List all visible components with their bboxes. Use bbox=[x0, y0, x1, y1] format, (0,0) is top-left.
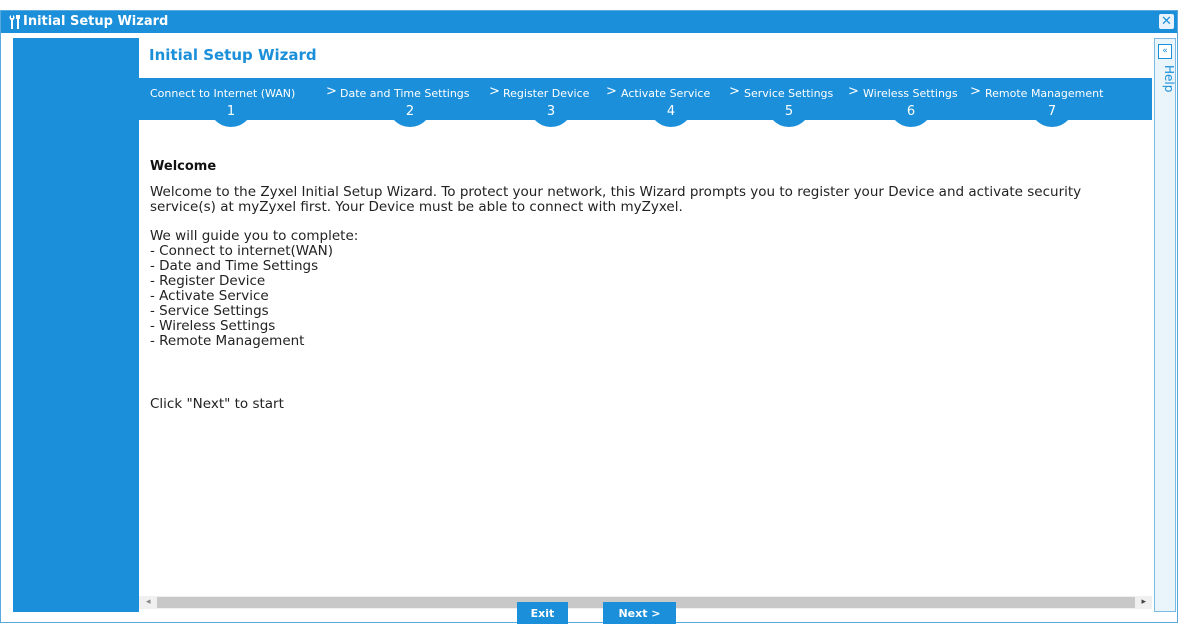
step-3-label: Register Device bbox=[503, 87, 590, 100]
step-5-number: 5 bbox=[767, 103, 811, 127]
help-tab[interactable]: Help bbox=[1156, 65, 1176, 92]
window-title: Initial Setup Wizard bbox=[23, 14, 169, 29]
tools-icon bbox=[8, 14, 22, 30]
guide-list: - Connect to internet(WAN) - Date and Ti… bbox=[150, 244, 333, 349]
step-separator: > bbox=[970, 84, 981, 99]
next-button[interactable]: Next > bbox=[603, 602, 676, 624]
step-5-label: Service Settings bbox=[744, 87, 834, 100]
welcome-paragraph: Welcome to the Zyxel Initial Setup Wizar… bbox=[150, 184, 1082, 215]
step-6-label: Wireless Settings bbox=[863, 87, 958, 100]
guide-intro: We will guide you to complete: bbox=[150, 228, 359, 244]
step-4-number: 4 bbox=[649, 103, 693, 127]
list-item: - Remote Management bbox=[150, 333, 305, 349]
list-item: - Register Device bbox=[150, 273, 266, 289]
step-2-number: 2 bbox=[388, 103, 432, 127]
step-1-label: Connect to Internet (WAN) bbox=[150, 87, 296, 100]
list-item: - Connect to internet(WAN) bbox=[150, 243, 333, 259]
wizard-content: Initial Setup Wizard Connect to Internet… bbox=[139, 38, 1152, 612]
step-4-label: Activate Service bbox=[621, 87, 711, 100]
page-title: Initial Setup Wizard bbox=[149, 46, 317, 64]
step-1-number: 1 bbox=[209, 103, 253, 127]
wizard-steps-bar: Connect to Internet (WAN) > Date and Tim… bbox=[139, 78, 1152, 127]
scroll-right-icon[interactable]: ▸ bbox=[1141, 596, 1146, 609]
collapse-icon[interactable]: « bbox=[1158, 44, 1172, 59]
welcome-heading: Welcome bbox=[150, 159, 217, 174]
start-instruction: Click "Next" to start bbox=[150, 396, 284, 412]
title-bar: Initial Setup Wizard ✕ bbox=[1, 11, 1177, 33]
step-3-number: 3 bbox=[529, 103, 573, 127]
step-7-label: Remote Management bbox=[985, 87, 1104, 100]
list-item: - Service Settings bbox=[150, 303, 269, 319]
sidebar bbox=[13, 38, 139, 612]
step-separator: > bbox=[729, 84, 740, 99]
help-panel: « Help bbox=[1154, 38, 1176, 612]
step-separator: > bbox=[326, 84, 337, 99]
wizard-window: Initial Setup Wizard ✕ Initial Setup Wiz… bbox=[0, 10, 1178, 624]
step-7-number: 7 bbox=[1030, 103, 1074, 127]
scroll-left-icon[interactable]: ◂ bbox=[146, 596, 151, 609]
step-2-label: Date and Time Settings bbox=[340, 87, 470, 100]
step-separator: > bbox=[606, 84, 617, 99]
exit-button[interactable]: Exit bbox=[517, 602, 568, 624]
step-separator: > bbox=[848, 84, 859, 99]
list-item: - Date and Time Settings bbox=[150, 258, 319, 274]
step-separator: > bbox=[489, 84, 500, 99]
list-item: - Activate Service bbox=[150, 288, 269, 304]
close-icon: ✕ bbox=[1161, 14, 1172, 29]
list-item: - Wireless Settings bbox=[150, 318, 276, 334]
step-6-number: 6 bbox=[889, 103, 933, 127]
close-button[interactable]: ✕ bbox=[1159, 14, 1174, 29]
